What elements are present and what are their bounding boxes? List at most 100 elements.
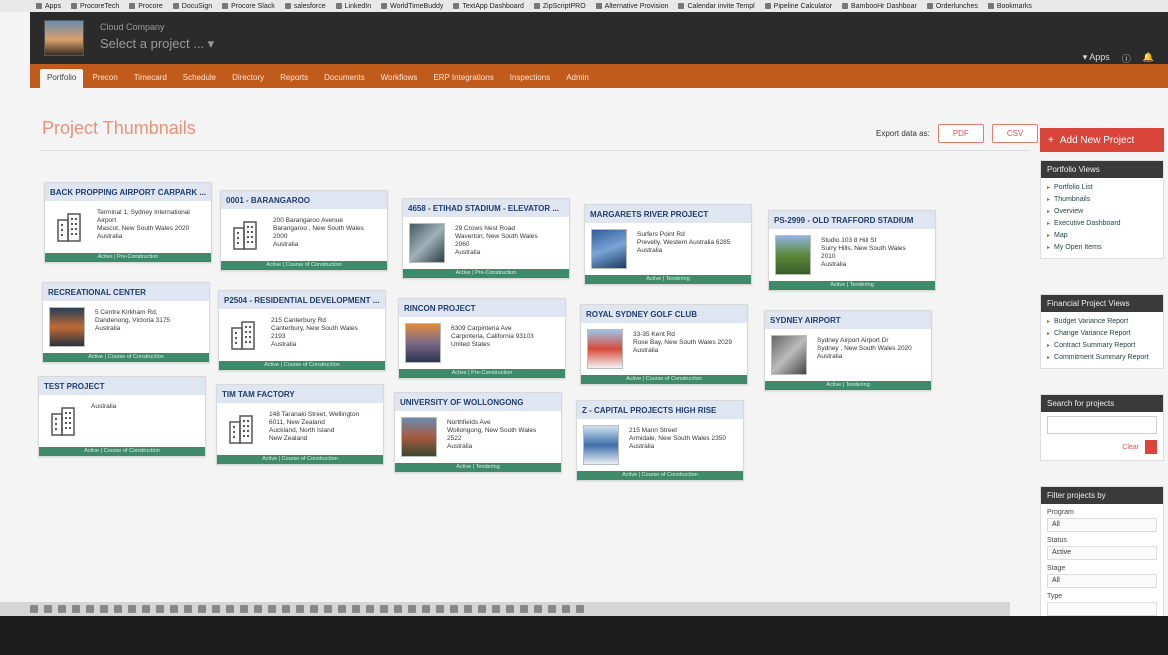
- project-name-link[interactable]: P2504 - RESIDENTIAL DEVELOPMENT ...: [219, 291, 385, 309]
- search-button[interactable]: [1145, 440, 1157, 454]
- filter-select-type[interactable]: [1047, 602, 1157, 616]
- project-card[interactable]: SYDNEY AIRPORT Sydney Airport Airport Dr S…: [764, 310, 932, 391]
- bookmark-item[interactable]: LinkedIn: [335, 3, 371, 10]
- project-name-link[interactable]: UNIVERSITY OF WOLLONGONG: [395, 393, 561, 411]
- report-link-budget-variance-report[interactable]: Budget Variance Report: [1047, 316, 1157, 328]
- bookmark-item[interactable]: Alternative Provision: [595, 3, 668, 10]
- project-search-input[interactable]: [1047, 416, 1157, 434]
- taskbar-app-icon[interactable]: [450, 605, 458, 613]
- bookmark-item[interactable]: Calendar invite Templ: [678, 3, 755, 10]
- taskbar-app-icon[interactable]: [338, 605, 346, 613]
- project-name-link[interactable]: Z - CAPITAL PROJECTS HIGH RISE: [577, 401, 743, 419]
- project-photo[interactable]: [583, 425, 619, 465]
- project-name-link[interactable]: SYDNEY AIRPORT: [765, 311, 931, 329]
- taskbar-app-icon[interactable]: [282, 605, 290, 613]
- taskbar-app-icon[interactable]: [128, 605, 136, 613]
- taskbar-app-icon[interactable]: [212, 605, 220, 613]
- report-link-change-variance-report[interactable]: Change Variance Report: [1047, 328, 1157, 340]
- project-card[interactable]: RECREATIONAL CENTER 5 Centre Kirkham Rd, D…: [42, 282, 210, 363]
- bookmark-item[interactable]: Apps: [36, 3, 61, 10]
- taskbar-app-icon[interactable]: [240, 605, 248, 613]
- taskbar-app-icon[interactable]: [352, 605, 360, 613]
- taskbar-app-icon[interactable]: [534, 605, 542, 613]
- taskbar-app-icon[interactable]: [226, 605, 234, 613]
- tab-reports[interactable]: Reports: [273, 69, 315, 88]
- bookmark-item[interactable]: Procore: [129, 3, 163, 10]
- taskbar-app-icon[interactable]: [422, 605, 430, 613]
- tab-documents[interactable]: Documents: [317, 69, 371, 88]
- bookmark-item[interactable]: TextApp Dashboard: [453, 3, 524, 10]
- project-photo[interactable]: [775, 235, 811, 275]
- filter-select-program[interactable]: All: [1047, 518, 1157, 532]
- project-name-link[interactable]: PS-2999 - OLD TRAFFORD STADIUM: [769, 211, 935, 229]
- report-link-contract-summary-report[interactable]: Contract Summary Report: [1047, 340, 1157, 352]
- taskbar-app-icon[interactable]: [478, 605, 486, 613]
- company-logo[interactable]: [44, 20, 84, 56]
- project-name-link[interactable]: RINCON PROJECT: [399, 299, 565, 317]
- tab-precon[interactable]: Precon: [85, 69, 124, 88]
- tab-admin[interactable]: Admin: [559, 69, 596, 88]
- taskbar-app-icon[interactable]: [156, 605, 164, 613]
- project-card[interactable]: PS-2999 - OLD TRAFFORD STADIUM Studio 103…: [768, 210, 936, 291]
- taskbar-app-icon[interactable]: [44, 605, 52, 613]
- taskbar-app-icon[interactable]: [562, 605, 570, 613]
- project-photo[interactable]: [587, 329, 623, 369]
- bookmark-item[interactable]: salesforce: [284, 3, 326, 10]
- filter-select-stage[interactable]: All: [1047, 574, 1157, 588]
- taskbar-app-icon[interactable]: [324, 605, 332, 613]
- tab-workflows[interactable]: Workflows: [374, 69, 425, 88]
- taskbar-app-icon[interactable]: [548, 605, 556, 613]
- taskbar-app-icon[interactable]: [170, 605, 178, 613]
- project-card[interactable]: Z - CAPITAL PROJECTS HIGH RISE 215 Mann S…: [576, 400, 744, 481]
- bookmark-item[interactable]: Pipeline Calculator: [764, 3, 832, 10]
- sidebar-item-executive-dashboard[interactable]: Executive Dashboard: [1047, 218, 1157, 230]
- project-card[interactable]: 0001 - BARANGAROO 200 Barangaroo Avenue Ba…: [220, 190, 388, 271]
- project-card[interactable]: P2504 - RESIDENTIAL DEVELOPMENT ... 215 C…: [218, 290, 386, 371]
- project-name-link[interactable]: MARGARETS RIVER PROJECT: [585, 205, 751, 223]
- project-select[interactable]: Select a project ... ▾: [100, 36, 214, 52]
- taskbar-app-icon[interactable]: [142, 605, 150, 613]
- taskbar-app-icon[interactable]: [296, 605, 304, 613]
- sidebar-item-map[interactable]: Map: [1047, 230, 1157, 242]
- project-name-link[interactable]: 0001 - BARANGAROO: [221, 191, 387, 209]
- taskbar-app-icon[interactable]: [30, 605, 38, 613]
- project-card[interactable]: TIM TAM FACTORY 148 Taranaki Street, Well…: [216, 384, 384, 465]
- project-card[interactable]: MARGARETS RIVER PROJECT Surfers Point Rd P…: [584, 204, 752, 285]
- sidebar-item-portfolio-list[interactable]: Portfolio List: [1047, 182, 1157, 194]
- tab-inspections[interactable]: Inspections: [503, 69, 557, 88]
- taskbar-app-icon[interactable]: [576, 605, 584, 613]
- taskbar-app-icon[interactable]: [520, 605, 528, 613]
- project-photo[interactable]: [49, 307, 85, 347]
- project-name-link[interactable]: 4658 - ETIHAD STADIUM - ELEVATOR ...: [403, 199, 569, 217]
- project-name-link[interactable]: ROYAL SYDNEY GOLF CLUB: [581, 305, 747, 323]
- bookmark-item[interactable]: Procore Slack: [222, 3, 275, 10]
- sidebar-item-thumbnails[interactable]: Thumbnails: [1047, 194, 1157, 206]
- taskbar-app-icon[interactable]: [268, 605, 276, 613]
- taskbar-app-icon[interactable]: [366, 605, 374, 613]
- bookmark-item[interactable]: Orderlunches: [926, 3, 978, 10]
- bookmark-item[interactable]: ZipScriptPRO: [533, 3, 586, 10]
- project-card[interactable]: TEST PROJECT Australia Active | Course of …: [38, 376, 206, 457]
- project-name-link[interactable]: RECREATIONAL CENTER: [43, 283, 209, 301]
- tab-erp-integrations[interactable]: ERP Integrations: [426, 69, 500, 88]
- taskbar-app-icon[interactable]: [114, 605, 122, 613]
- taskbar-app-icon[interactable]: [380, 605, 388, 613]
- tab-portfolio[interactable]: Portfolio: [40, 69, 84, 88]
- taskbar-app-icon[interactable]: [100, 605, 108, 613]
- taskbar-app-icon[interactable]: [394, 605, 402, 613]
- taskbar-app-icon[interactable]: [86, 605, 94, 613]
- tab-directory[interactable]: Directory: [225, 69, 271, 88]
- project-card[interactable]: 4658 - ETIHAD STADIUM - ELEVATOR ... 29 C…: [402, 198, 570, 279]
- project-photo[interactable]: [409, 223, 445, 263]
- export-csv-button[interactable]: CSV: [991, 124, 1039, 143]
- taskbar-app-icon[interactable]: [184, 605, 192, 613]
- bookmark-item[interactable]: Bookmarks: [987, 3, 1032, 10]
- project-photo[interactable]: [771, 335, 807, 375]
- bookmark-item[interactable]: BambooHr Dashboar: [842, 3, 917, 10]
- project-name-link[interactable]: BACK PROPPING AIRPORT CARPARK ...: [45, 183, 211, 201]
- taskbar-app-icon[interactable]: [310, 605, 318, 613]
- bookmark-item[interactable]: WorldTimeBuddy: [381, 3, 443, 10]
- tab-timecard[interactable]: Timecard: [127, 69, 174, 88]
- report-link-commitment-summary-report[interactable]: Commitment Summary Report: [1047, 352, 1157, 364]
- project-card[interactable]: UNIVERSITY OF WOLLONGONG Northfields Ave W…: [394, 392, 562, 473]
